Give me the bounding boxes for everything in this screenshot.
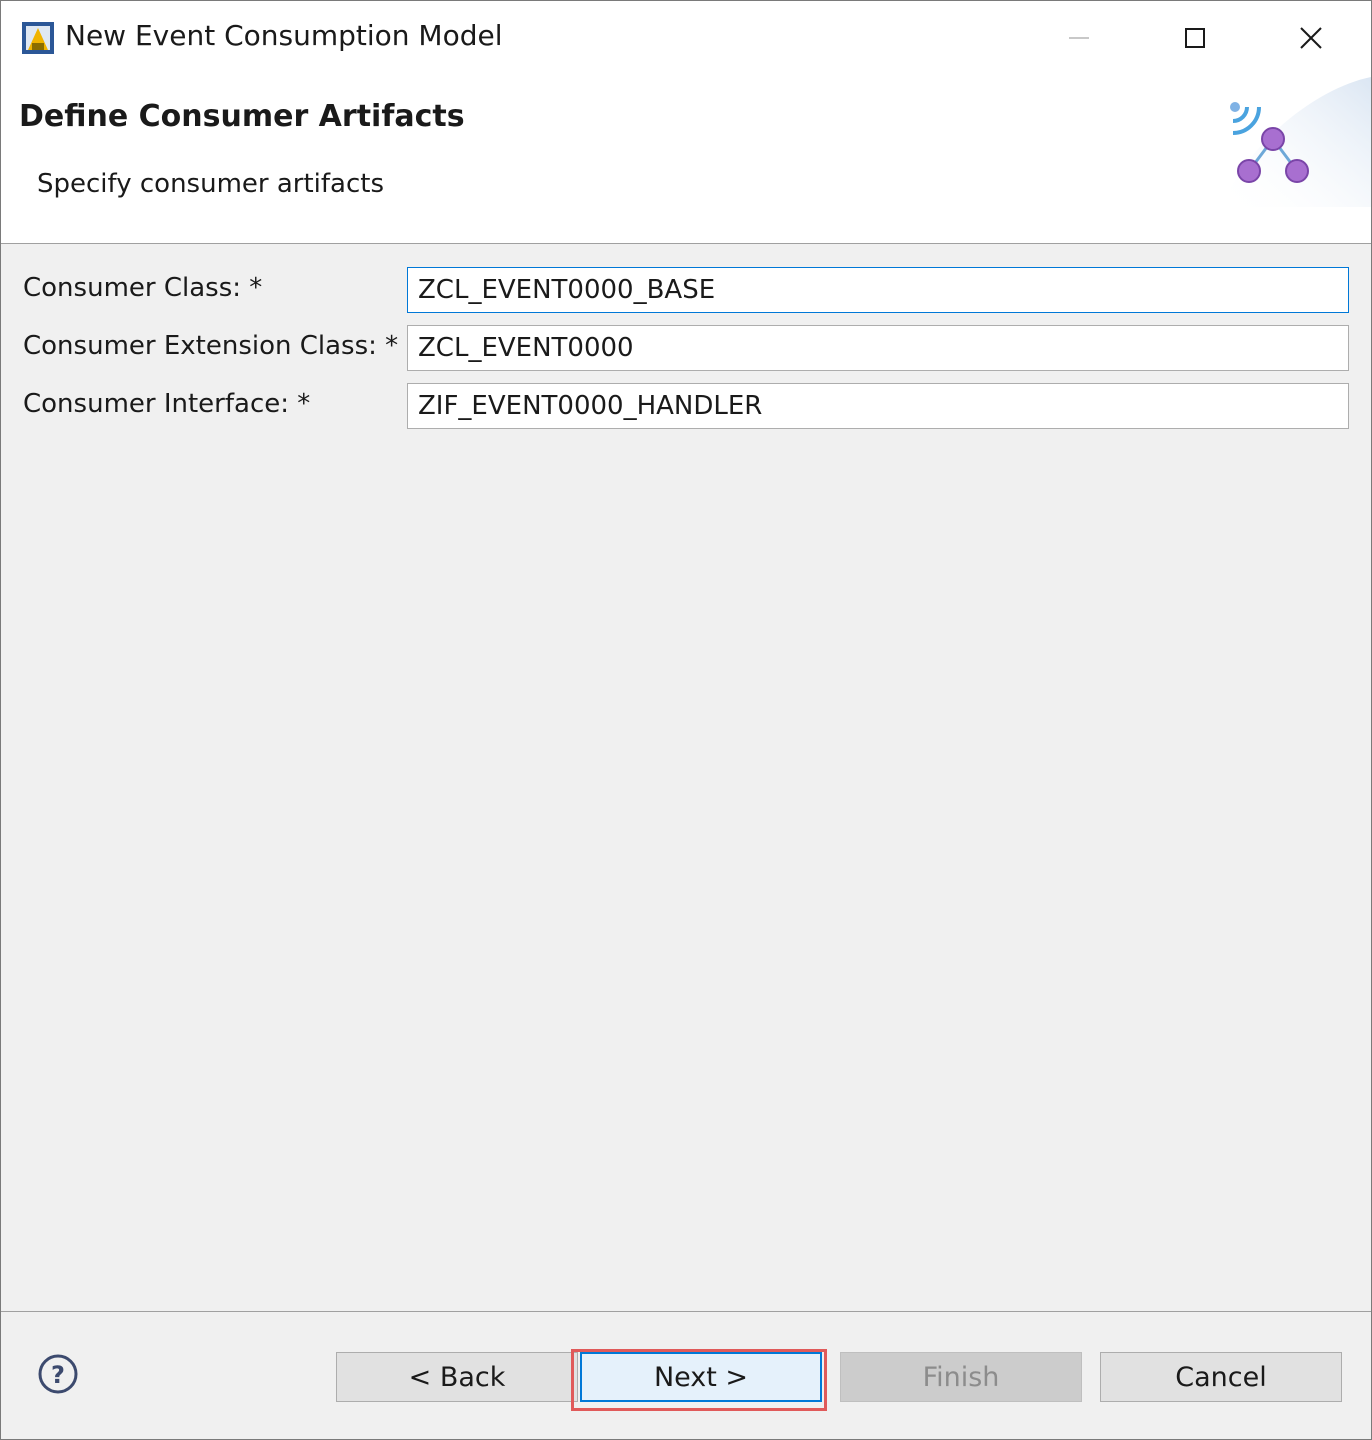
consumer-extension-class-input[interactable] <box>407 325 1349 371</box>
wizard-header: Define Consumer Artifacts Specify consum… <box>1 77 1371 244</box>
finish-button[interactable]: Finish <box>840 1352 1082 1402</box>
consumer-interface-input[interactable] <box>407 383 1349 429</box>
close-icon <box>1300 27 1322 49</box>
consumer-extension-class-label: Consumer Extension Class: * <box>23 331 399 361</box>
event-network-icon <box>1221 77 1371 207</box>
cancel-button[interactable]: Cancel <box>1100 1352 1342 1402</box>
close-button[interactable] <box>1281 11 1341 65</box>
minimize-button[interactable] <box>1049 11 1109 65</box>
maximize-icon <box>1185 28 1205 48</box>
window-title: New Event Consumption Model <box>65 19 503 52</box>
dialog-window: New Event Consumption Model Define Consu… <box>0 0 1372 1440</box>
help-icon[interactable]: ? <box>37 1353 79 1395</box>
maximize-button[interactable] <box>1165 11 1225 65</box>
page-description: Specify consumer artifacts <box>37 169 385 199</box>
consumer-interface-label: Consumer Interface: * <box>23 389 311 419</box>
title-bar: New Event Consumption Model <box>1 1 1371 77</box>
page-title: Define Consumer Artifacts <box>19 99 465 134</box>
svg-text:?: ? <box>51 1361 65 1389</box>
footer-separator <box>1 1311 1371 1312</box>
eclipse-app-icon <box>22 22 54 54</box>
consumer-class-input[interactable] <box>407 267 1349 313</box>
minimize-icon <box>1069 37 1089 39</box>
consumer-class-label: Consumer Class: * <box>23 273 263 303</box>
next-button[interactable]: Next > <box>580 1352 822 1402</box>
back-button[interactable]: < Back <box>336 1352 578 1402</box>
